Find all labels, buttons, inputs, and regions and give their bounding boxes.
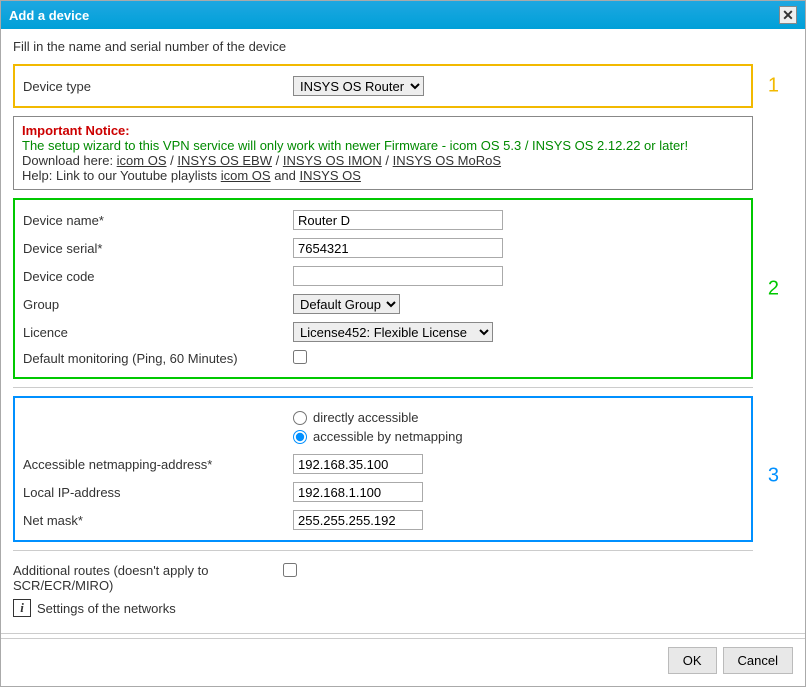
link-insys-imon[interactable]: INSYS OS IMON [283,153,382,168]
section-number-2: 2 [768,277,779,300]
add-device-dialog: Add a device ✕ Fill in the name and seri… [0,0,806,687]
device-serial-input[interactable] [293,238,503,258]
radio-netmapping-label: accessible by netmapping [313,429,463,444]
close-button[interactable]: ✕ [779,6,797,24]
radio-direct[interactable] [293,411,307,425]
ok-button[interactable]: OK [668,647,717,674]
licence-label: Licence [23,325,293,340]
link-youtube-insys[interactable]: INSYS OS [300,168,361,183]
additional-routes-label: Additional routes (doesn't apply to SCR/… [13,563,283,593]
monitoring-label: Default monitoring (Ping, 60 Minutes) [23,351,293,366]
device-code-input[interactable] [293,266,503,286]
device-serial-label: Device serial* [23,241,293,256]
dialog-footer: OK Cancel [1,638,805,686]
section-accessibility: directly accessible accessible by netmap… [13,396,753,542]
titlebar: Add a device ✕ [1,1,805,29]
notice-download-line: Download here: icom OS / INSYS OS EBW / … [22,153,744,168]
link-insys-ebw[interactable]: INSYS OS EBW [177,153,272,168]
additional-routes-row: Additional routes (doesn't apply to SCR/… [13,559,753,597]
link-icom-os[interactable]: icom OS [117,153,167,168]
link-insys-moros[interactable]: INSYS OS MoRoS [393,153,501,168]
dialog-content: Fill in the name and serial number of th… [1,29,805,629]
settings-networks-row[interactable]: i Settings of the networks [13,599,753,617]
notice-help-line: Help: Link to our Youtube playlists icom… [22,168,744,183]
device-type-label: Device type [23,79,293,94]
help-prefix: Help: Link to our Youtube playlists [22,168,221,183]
netmap-addr-label: Accessible netmapping-address* [23,457,293,472]
close-icon: ✕ [782,7,794,24]
download-prefix: Download here: [22,153,117,168]
monitoring-checkbox[interactable] [293,350,307,364]
local-ip-input[interactable] [293,482,423,502]
dialog-title: Add a device [9,8,89,23]
divider-2 [13,550,753,551]
link-youtube-icom[interactable]: icom OS [221,168,271,183]
section-device-type: Device type INSYS OS Router 1 [13,64,753,108]
additional-routes-checkbox[interactable] [283,563,297,577]
netmap-addr-input[interactable] [293,454,423,474]
section-number-1: 1 [768,75,779,98]
device-name-label: Device name* [23,213,293,228]
intro-text: Fill in the name and serial number of th… [13,39,793,54]
local-ip-label: Local IP-address [23,485,293,500]
group-label: Group [23,297,293,312]
settings-networks-label: Settings of the networks [37,601,176,616]
radio-direct-label: directly accessible [313,410,419,425]
netmask-label: Net mask* [23,513,293,528]
section-number-3: 3 [768,465,779,488]
device-type-select[interactable]: INSYS OS Router [293,76,424,96]
group-select[interactable]: Default Group [293,294,400,314]
notice-title: Important Notice: [22,123,744,138]
netmask-input[interactable] [293,510,423,530]
footer-divider [1,633,805,634]
notice-box: Important Notice: The setup wizard to th… [13,116,753,190]
device-name-input[interactable] [293,210,503,230]
radio-netmapping[interactable] [293,430,307,444]
divider-1 [13,387,753,388]
device-code-label: Device code [23,269,293,284]
licence-select[interactable]: License452: Flexible License [293,322,493,342]
notice-firmware-text: The setup wizard to this VPN service wil… [22,138,744,153]
info-icon: i [13,599,31,617]
section-device-details: Device name* Device serial* Device code … [13,198,753,379]
help-and: and [271,168,300,183]
cancel-button[interactable]: Cancel [723,647,793,674]
